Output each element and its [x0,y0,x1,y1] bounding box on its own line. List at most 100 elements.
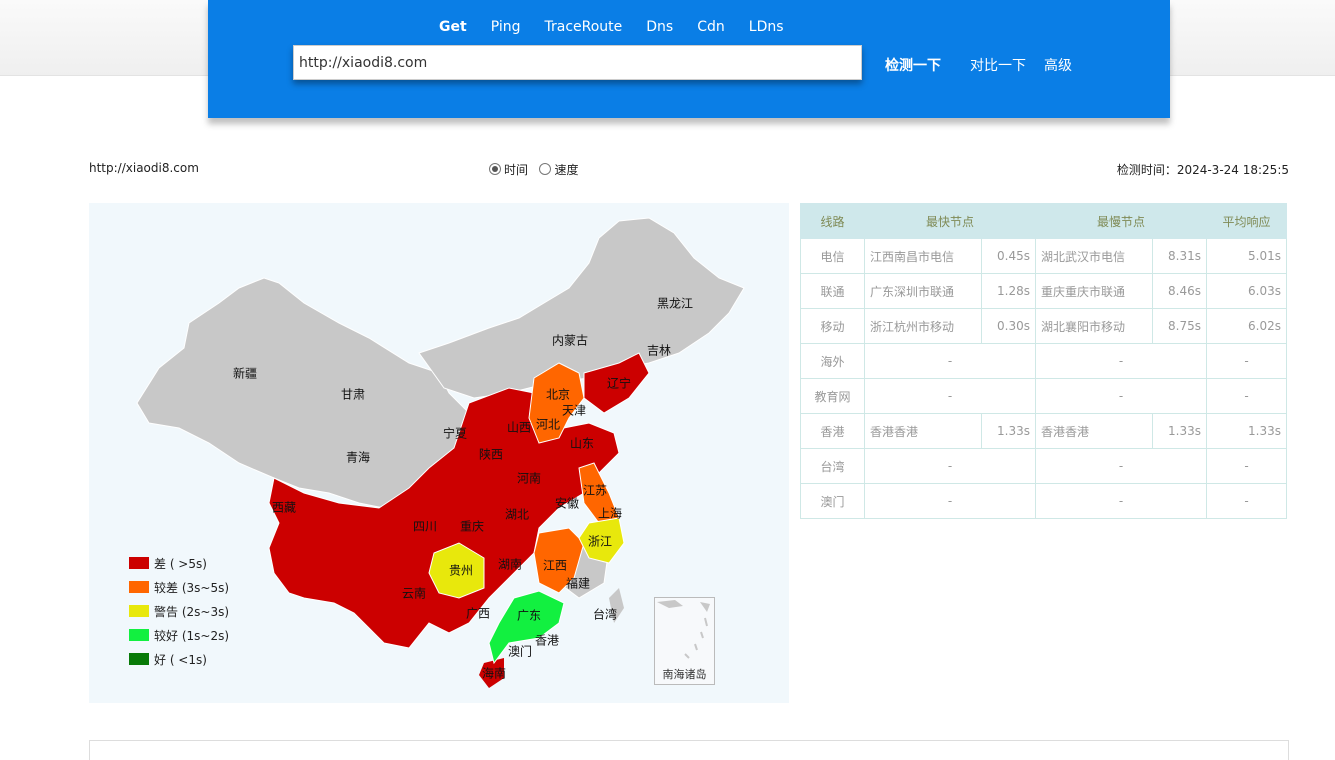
line-name: 电信 [800,238,865,274]
china-map: 黑龙江 吉林 辽宁 内蒙古 北京 天津 河北 山西 山东 宁夏 新疆 甘肃 青海… [89,203,789,703]
fastest-time: 1.28s [981,273,1036,309]
tested-url: http://xiaodi8.com [89,161,199,175]
slowest-time: 8.46s [1152,273,1207,309]
legend-swatch [129,653,149,665]
average-time: 1.33s [1206,413,1287,449]
fastest-empty: - [864,483,1036,519]
radio-speed-label: 速度 [554,163,579,177]
fastest-node[interactable]: 香港香港 [864,413,982,449]
average-empty: - [1206,378,1287,414]
slowest-empty: - [1035,448,1207,484]
fastest-empty: - [864,448,1036,484]
fastest-time: 0.30s [981,308,1036,344]
fastest-node[interactable]: 江西南昌市电信 [864,238,982,274]
fastest-time: 1.33s [981,413,1036,449]
legend-item: 警告 (2s~3s) [129,599,229,623]
prov-label: 北京 [545,387,571,402]
inset-label: 南海诸岛 [662,668,707,681]
radio-time[interactable] [489,163,501,175]
radio-speed[interactable] [539,163,552,175]
prov-label: 安徽 [554,496,580,511]
prov-label: 香港 [534,633,560,648]
line-name: 香港 [800,413,865,449]
compare-button[interactable]: 对比一下 [970,55,1026,75]
slowest-time: 8.31s [1152,238,1207,274]
table-row: 台湾 - - - [800,448,1287,484]
fastest-node[interactable]: 广东深圳市联通 [864,273,982,309]
prov-label: 贵州 [448,563,474,578]
prov-label: 福建 [565,576,591,591]
legend-swatch [129,581,149,593]
legend-item: 较好 (1s~2s) [129,623,229,647]
legend-swatch [129,605,149,617]
average-empty: - [1206,483,1287,519]
tab-ldns[interactable]: LDns [749,18,784,36]
legend-label: 较好 (1s~2s) [154,628,230,643]
prov-label: 湖北 [504,507,530,522]
line-name: 教育网 [800,378,865,414]
prov-label: 山西 [506,420,532,435]
legend-label: 好 ( <1s) [154,652,207,667]
south-china-sea-inset: 南海诸岛 [654,597,715,685]
inset-islands [657,600,710,659]
slowest-empty: - [1035,378,1207,414]
prov-label: 江西 [542,558,568,573]
map-legend: 差 ( >5s) 较差 (3s~5s) 警告 (2s~3s) 较好 (1s~2s… [129,551,229,671]
slowest-empty: - [1035,483,1207,519]
legend-swatch [129,557,149,569]
metric-radio-group: 时间 速度 [489,161,578,178]
prov-label: 广东 [516,608,542,623]
prov-label: 内蒙古 [551,333,589,348]
average-time: 6.03s [1206,273,1287,309]
radio-time-label: 时间 [504,163,529,177]
results-table: 线路 最快节点 最慢节点 平均响应 电信 江西南昌市电信 0.45s 湖北武汉市… [800,203,1287,519]
tab-get[interactable]: Get [439,18,467,36]
slowest-node[interactable]: 重庆重庆市联通 [1035,273,1153,309]
line-name: 台湾 [800,448,865,484]
prov-label: 河南 [516,471,542,486]
prov-label: 山东 [569,436,595,451]
url-input[interactable] [293,45,862,80]
legend-item: 较差 (3s~5s) [129,575,229,599]
line-name: 联通 [800,273,865,309]
prov-label: 四川 [412,519,438,534]
prov-label: 辽宁 [606,376,632,391]
prov-label: 新疆 [232,366,258,381]
average-time: 6.02s [1206,308,1287,344]
slowest-node[interactable]: 湖北武汉市电信 [1035,238,1153,274]
check-time: 检测时间：2024-3-24 18:25:5 [1116,163,1289,177]
slowest-time: 1.33s [1152,413,1207,449]
legend-label: 差 ( >5s) [154,556,207,571]
legend-item: 差 ( >5s) [129,551,229,575]
tool-tabs: Get Ping TraceRoute Dns Cdn LDns [439,18,808,36]
legend-swatch [129,629,149,641]
header-line: 线路 [800,203,865,239]
tab-cdn[interactable]: Cdn [697,18,725,36]
tab-dns[interactable]: Dns [646,18,673,36]
search-panel: Get Ping TraceRoute Dns Cdn LDns 检测一下 对比… [208,0,1170,118]
fastest-node[interactable]: 浙江杭州市移动 [864,308,982,344]
check-button[interactable]: 检测一下 [885,55,941,75]
table-row: 澳门 - - - [800,483,1287,519]
average-time: 5.01s [1206,238,1287,274]
prov-label: 重庆 [459,519,485,534]
slowest-node[interactable]: 湖北襄阳市移动 [1035,308,1153,344]
line-name: 海外 [800,343,865,379]
prov-label: 宁夏 [442,426,468,441]
prov-label: 陕西 [478,447,504,462]
legend-label: 警告 (2s~3s) [154,604,230,619]
bottom-panel [89,740,1289,760]
tab-traceroute[interactable]: TraceRoute [544,18,622,36]
line-name: 移动 [800,308,865,344]
table-header-row: 线路 最快节点 最慢节点 平均响应 [800,203,1287,239]
fastest-time: 0.45s [981,238,1036,274]
advanced-button[interactable]: 高级 [1044,55,1072,75]
legend-item: 好 ( <1s) [129,647,229,671]
table-row: 海外 - - - [800,343,1287,379]
tab-ping[interactable]: Ping [491,18,521,36]
slowest-node[interactable]: 香港香港 [1035,413,1153,449]
prov-label: 海南 [481,666,507,681]
map-base-north [418,217,745,399]
prov-label: 黑龙江 [656,296,694,311]
header-fastest: 最快节点 [864,203,1036,239]
